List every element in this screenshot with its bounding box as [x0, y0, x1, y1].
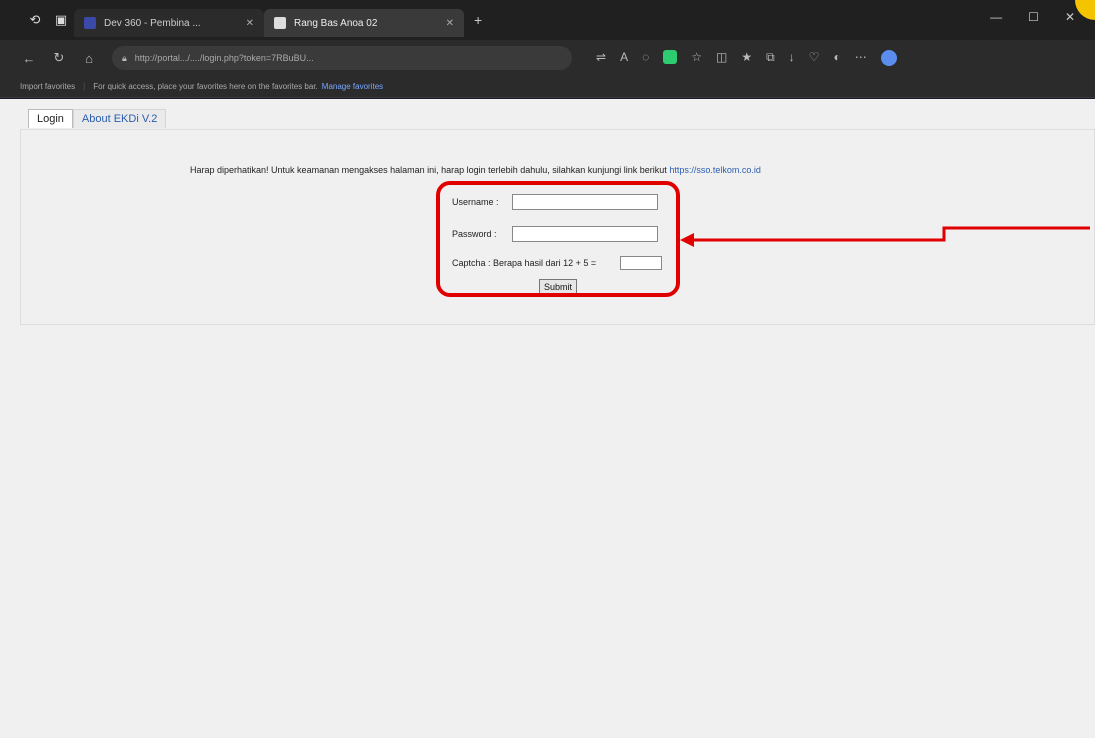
notice-link[interactable]: https://sso.telkom.co.id — [669, 165, 761, 175]
window-controls: — ☐ ✕ — [990, 10, 1075, 24]
browser-titlebar: ⟲ ▣ Dev 360 - Pembina ... ✕ Rang Bas Ano… — [0, 0, 1095, 40]
close-tab-icon[interactable]: ✕ — [446, 18, 454, 29]
favorites-icon[interactable]: ★ — [741, 50, 752, 66]
home-icon[interactable]: ⌂ — [74, 51, 104, 66]
security-notice: Harap diperhatikan! Untuk keamanan menga… — [190, 165, 761, 175]
collections-icon[interactable]: ⧉ — [766, 50, 775, 66]
refresh-icon[interactable]: ↻ — [44, 50, 74, 66]
import-favorites-link[interactable]: Import favorites — [20, 82, 75, 91]
manage-favorites-link[interactable]: Manage favorites — [322, 82, 383, 91]
url-text: http://portal.../..../login.php?token=7R… — [134, 53, 314, 63]
favorites-bar: Import favorites | For quick access, pla… — [0, 76, 1095, 98]
close-window-icon[interactable]: ✕ — [1065, 10, 1075, 24]
extension-icon[interactable] — [663, 50, 678, 64]
browser-essentials-icon[interactable]: ♡ — [809, 50, 820, 66]
page-tabs: Login About EKDi V.2 — [28, 109, 167, 128]
tab-favicon-icon — [84, 17, 96, 29]
tab-title: Dev 360 - Pembina ... — [104, 17, 201, 29]
read-aloud-icon[interactable]: ⇌ — [596, 50, 606, 66]
lock-icon: 🔒︎ — [122, 52, 127, 63]
favorites-star-icon[interactable]: ☆ — [691, 50, 702, 66]
separator: | — [83, 82, 86, 91]
notice-text: Harap diperhatikan! Untuk keamanan menga… — [190, 165, 667, 175]
tab-title: Rang Bas Anoa 02 — [294, 17, 378, 29]
tab-login[interactable]: Login — [28, 109, 73, 128]
minimize-icon[interactable]: — — [990, 10, 1002, 24]
highlight-box — [436, 181, 680, 297]
browser-tab[interactable]: Dev 360 - Pembina ... ✕ — [74, 9, 264, 37]
copilot-icon[interactable]: ◐ — [833, 50, 840, 66]
tab-about[interactable]: About EKDi V.2 — [72, 109, 167, 128]
tracking-icon[interactable]: ◌ — [642, 50, 649, 66]
favorites-bar-text: For quick access, place your favorites h… — [93, 82, 318, 91]
url-field[interactable]: 🔒︎ http://portal.../..../login.php?token… — [112, 46, 572, 70]
split-screen-icon[interactable]: ◫ — [716, 50, 727, 66]
annotation-arrow — [680, 226, 1090, 247]
workspaces-icon[interactable]: ⟲ — [22, 12, 48, 28]
back-icon[interactable]: ← — [14, 51, 44, 66]
new-tab-button[interactable]: + — [474, 12, 482, 28]
browser-tab-active[interactable]: Rang Bas Anoa 02 ✕ — [264, 9, 464, 37]
tab-actions-icon[interactable]: ▣ — [48, 12, 74, 28]
downloads-icon[interactable]: ↓ — [789, 50, 795, 66]
translate-icon[interactable]: A — [620, 50, 628, 66]
toolbar-icons: ⇌ A ◌ ☆ ◫ ★ ⧉ ↓ ♡ ◐ ⋯ — [596, 50, 897, 66]
address-bar: ← ↻ ⌂ 🔒︎ http://portal.../..../login.php… — [0, 40, 1095, 76]
profile-icon[interactable] — [880, 50, 897, 66]
close-tab-icon[interactable]: ✕ — [246, 18, 254, 29]
maximize-icon[interactable]: ☐ — [1028, 10, 1039, 24]
tab-favicon-icon — [274, 17, 286, 29]
more-icon[interactable]: ⋯ — [855, 50, 867, 66]
